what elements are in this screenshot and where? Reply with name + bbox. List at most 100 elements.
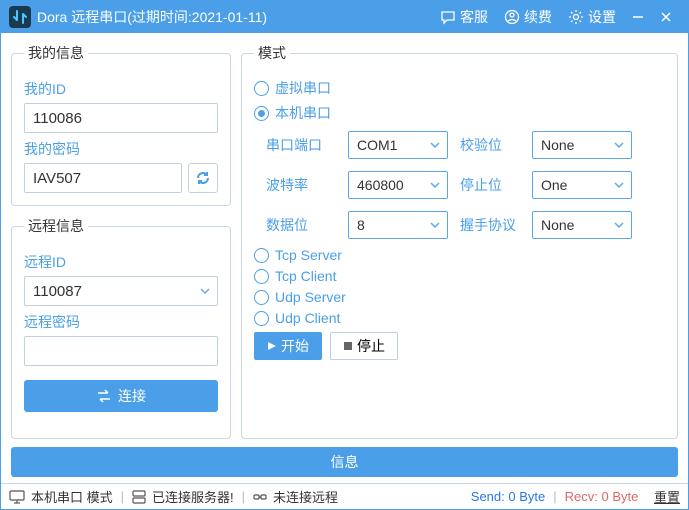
remote-info-legend: 远程信息: [24, 216, 88, 236]
port-value: COM1: [357, 137, 397, 153]
window-title: Dora 远程串口(过期时间:2021-01-11): [37, 7, 267, 27]
monitor-icon: [9, 490, 25, 504]
status-remote: 未连接远程: [273, 487, 338, 506]
close-icon: [660, 11, 672, 23]
radio-udp-server[interactable]: Udp Server: [254, 289, 665, 305]
settings-label: 设置: [588, 7, 616, 27]
remote-info-group: 远程信息 远程ID 110087 远程密码 连接: [11, 216, 231, 439]
radio-icon: [254, 248, 269, 263]
main-row: 我的信息 我的ID 我的密码 远程信息 远程ID 110087: [11, 43, 678, 439]
my-info-group: 我的信息 我的ID 我的密码: [11, 43, 231, 206]
baud-select[interactable]: 460800: [348, 171, 448, 199]
handshake-label: 握手协议: [460, 215, 520, 235]
chevron-down-icon: [613, 139, 625, 151]
stop-button[interactable]: 停止: [330, 332, 398, 360]
status-send: Send: 0 Byte: [471, 489, 545, 504]
radio-udp-client[interactable]: Udp Client: [254, 310, 665, 326]
stopbits-label: 停止位: [460, 175, 520, 195]
stopbits-value: One: [541, 177, 567, 193]
port-label: 串口端口: [266, 135, 336, 155]
chevron-down-icon: [613, 219, 625, 231]
chevron-down-icon: [613, 179, 625, 191]
support-button[interactable]: 客服: [432, 1, 496, 33]
stop-label: 停止: [357, 336, 385, 356]
content-area: 我的信息 我的ID 我的密码 远程信息 远程ID 110087: [1, 33, 688, 483]
renew-label: 续费: [524, 7, 552, 27]
stopbits-select[interactable]: One: [532, 171, 632, 199]
baud-value: 460800: [357, 177, 404, 193]
left-column: 我的信息 我的ID 我的密码 远程信息 远程ID 110087: [11, 43, 231, 439]
status-recv: Recv: 0 Byte: [565, 489, 639, 504]
radio-label: Udp Client: [275, 310, 340, 326]
my-pwd-input[interactable]: [24, 163, 182, 193]
mode-legend: 模式: [254, 43, 290, 63]
chevron-down-icon: [429, 139, 441, 151]
settings-button[interactable]: 设置: [560, 1, 624, 33]
minimize-icon: [632, 11, 644, 23]
play-icon: [267, 341, 277, 351]
refresh-icon: [194, 169, 212, 187]
info-button[interactable]: 信息: [11, 447, 678, 477]
chevron-down-icon: [429, 219, 441, 231]
remote-pwd-input[interactable]: [24, 336, 218, 366]
serial-settings-grid: 串口端口 COM1 校验位 None 波特率 460800: [266, 131, 665, 239]
radio-icon: [254, 81, 269, 96]
parity-select[interactable]: None: [532, 131, 632, 159]
separator: |: [121, 489, 124, 504]
connect-label: 连接: [118, 386, 146, 406]
radio-virtual-serial[interactable]: 虚拟串口: [254, 78, 665, 98]
my-info-legend: 我的信息: [24, 43, 88, 63]
handshake-value: None: [541, 217, 574, 233]
radio-tcp-server[interactable]: Tcp Server: [254, 247, 665, 263]
radio-label: Tcp Client: [275, 268, 336, 284]
radio-label: 本机串口: [275, 103, 331, 123]
gear-icon: [568, 9, 584, 25]
radio-icon: [254, 106, 269, 121]
databits-value: 8: [357, 217, 365, 233]
radio-local-serial[interactable]: 本机串口: [254, 103, 665, 123]
info-label: 信息: [331, 452, 359, 472]
handshake-select[interactable]: None: [532, 211, 632, 239]
status-server: 已连接服务器!: [152, 487, 234, 506]
reset-link[interactable]: 重置: [654, 487, 680, 506]
separator: |: [553, 489, 556, 504]
parity-label: 校验位: [460, 135, 520, 155]
statusbar: 本机串口 模式 | 已连接服务器! | 未连接远程 Send: 0 Byte |…: [1, 483, 688, 509]
user-icon: [504, 9, 520, 25]
close-button[interactable]: [652, 1, 680, 33]
databits-select[interactable]: 8: [348, 211, 448, 239]
chevron-down-icon: [199, 285, 211, 297]
radio-label: Udp Server: [275, 289, 346, 305]
radio-label: 虚拟串口: [275, 78, 331, 98]
swap-icon: [96, 389, 112, 403]
renew-button[interactable]: 续费: [496, 1, 560, 33]
minimize-button[interactable]: [624, 1, 652, 33]
port-select[interactable]: COM1: [348, 131, 448, 159]
chat-icon: [440, 9, 456, 25]
radio-icon: [254, 311, 269, 326]
app-window: Dora 远程串口(过期时间:2021-01-11) 客服 续费 设置 我的信息: [0, 0, 689, 510]
databits-label: 数据位: [266, 215, 336, 235]
start-button[interactable]: 开始: [254, 332, 322, 360]
connect-button[interactable]: 连接: [24, 380, 218, 412]
my-id-input[interactable]: [24, 103, 218, 133]
radio-icon: [254, 269, 269, 284]
remote-id-value: 110087: [33, 283, 82, 300]
radio-tcp-client[interactable]: Tcp Client: [254, 268, 665, 284]
refresh-pwd-button[interactable]: [188, 163, 218, 193]
radio-label: Tcp Server: [275, 247, 342, 263]
remote-id-select[interactable]: 110087: [24, 276, 218, 306]
link-icon: [253, 490, 267, 504]
action-row: 开始 停止: [254, 332, 665, 360]
remote-id-label: 远程ID: [24, 252, 218, 272]
separator: |: [242, 489, 245, 504]
stop-icon: [343, 341, 353, 351]
parity-value: None: [541, 137, 574, 153]
app-logo: [9, 6, 31, 28]
baud-label: 波特率: [266, 175, 336, 195]
remote-pwd-label: 远程密码: [24, 312, 218, 332]
start-label: 开始: [281, 336, 309, 356]
radio-icon: [254, 290, 269, 305]
chevron-down-icon: [429, 179, 441, 191]
my-id-label: 我的ID: [24, 79, 218, 99]
